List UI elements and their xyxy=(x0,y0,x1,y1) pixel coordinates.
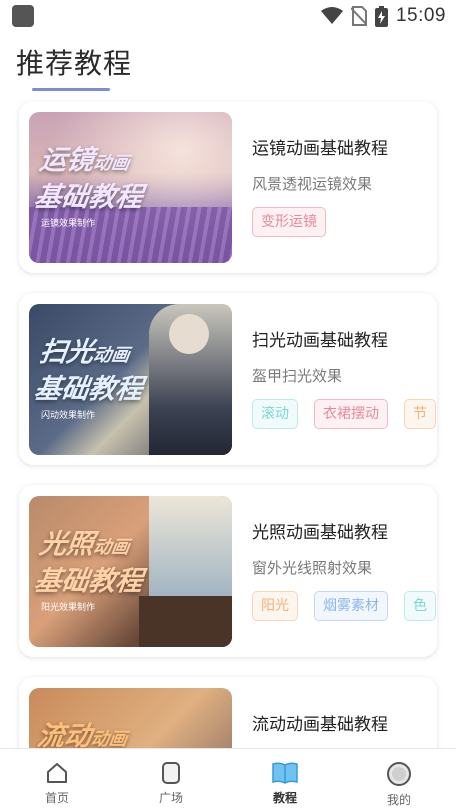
tab-profile[interactable]: 我的 xyxy=(342,749,456,812)
thumb-title-suffix: 动画 xyxy=(89,729,129,748)
tag-list: 滚动 衣裙摆动 节 xyxy=(252,399,436,429)
thumb-title-line1: 运镜 xyxy=(37,145,96,176)
title-underline xyxy=(32,88,110,91)
course-name: 运镜动画基础教程 xyxy=(252,139,388,159)
course-description: 窗外光线照射效果 xyxy=(252,559,373,577)
course-description: 风景透视运镜效果 xyxy=(252,175,373,193)
tag[interactable]: 烟雾素材 xyxy=(314,591,388,621)
book-icon xyxy=(272,762,298,784)
course-thumbnail: 扫光动画基础教程 闪动效果制作 xyxy=(29,304,232,455)
tab-label: 教程 xyxy=(272,791,297,805)
thumb-title-line1: 扫光 xyxy=(37,337,96,368)
course-list[interactable]: 运镜动画 基础教程 运镜效果制作 运镜动画基础教程 风景透视运镜效果 变形运镜 扫… xyxy=(0,100,456,748)
course-thumbnail: 流动动画 xyxy=(29,688,232,748)
app-notification-icon xyxy=(12,5,34,27)
tab-label: 首页 xyxy=(44,791,69,805)
thumb-title-suffix: 动画 xyxy=(91,345,131,366)
tab-square[interactable]: 广场 xyxy=(114,749,228,812)
tab-label: 广场 xyxy=(158,791,183,805)
course-description: 盔甲扫光效果 xyxy=(252,367,343,385)
status-time: 15:09 xyxy=(395,5,446,26)
course-card[interactable]: 光照动画 基础教程 阳光效果制作 光照动画基础教程 窗外光线照射效果 阳光 烟雾素… xyxy=(19,485,437,657)
bottom-tab-bar: 首页 广场 教程 我的 xyxy=(0,748,456,812)
thumb-subtitle: 闪动效果制作 xyxy=(41,411,96,421)
tag-list: 变形运镜 xyxy=(252,207,326,237)
tag[interactable]: 变形运镜 xyxy=(252,207,326,237)
course-name: 扫光动画基础教程 xyxy=(252,331,388,351)
course-card[interactable]: 运镜动画 基础教程 运镜效果制作 运镜动画基础教程 风景透视运镜效果 变形运镜 xyxy=(19,101,437,273)
tag[interactable]: 阳光 xyxy=(252,591,298,621)
tab-home[interactable]: 首页 xyxy=(0,749,114,812)
no-sim-icon xyxy=(350,6,367,26)
thumb-subtitle: 运镜效果制作 xyxy=(41,219,96,229)
thumb-title-line2: 基础教程 xyxy=(32,182,145,213)
tag[interactable]: 节 xyxy=(404,399,436,429)
profile-icon xyxy=(387,762,411,786)
tag[interactable]: 滚动 xyxy=(252,399,298,429)
thumb-title-suffix: 动画 xyxy=(91,153,131,174)
home-icon xyxy=(47,763,67,783)
thumb-title-line1: 光照 xyxy=(37,529,96,560)
status-bar: 15:09 xyxy=(0,0,456,32)
course-card[interactable]: 流动动画 流动动画基础教程 xyxy=(19,677,437,748)
thumb-subtitle: 阳光效果制作 xyxy=(41,603,96,613)
course-thumbnail: 运镜动画基础教程 运镜效果制作 xyxy=(29,112,232,263)
page-title: 推荐教程 xyxy=(16,47,133,80)
tag[interactable]: 色 xyxy=(404,591,436,621)
thumb-title-line1: 流动 xyxy=(35,721,94,748)
course-card[interactable]: 扫光动画 基础教程 闪动效果制作 扫光动画基础教程 盔甲扫光效果 滚动 衣裙摆动 … xyxy=(19,293,437,465)
course-name: 流动动画基础教程 xyxy=(252,715,388,735)
tag-list: 阳光 烟雾素材 色 xyxy=(252,591,436,621)
thumb-title-line2: 基础教程 xyxy=(32,374,145,405)
battery-charging-icon xyxy=(374,5,388,27)
thumb-title-suffix: 动画 xyxy=(91,537,131,558)
tab-tutorial[interactable]: 教程 xyxy=(228,749,342,812)
wifi-icon xyxy=(320,7,343,24)
tab-label: 我的 xyxy=(386,793,411,807)
square-icon xyxy=(162,762,180,784)
tag[interactable]: 衣裙摆动 xyxy=(314,399,388,429)
thumb-title-line2: 基础教程 xyxy=(32,566,145,597)
course-name: 光照动画基础教程 xyxy=(252,523,388,543)
course-thumbnail: 光照动画基础教程 阳光效果制作 xyxy=(29,496,232,647)
